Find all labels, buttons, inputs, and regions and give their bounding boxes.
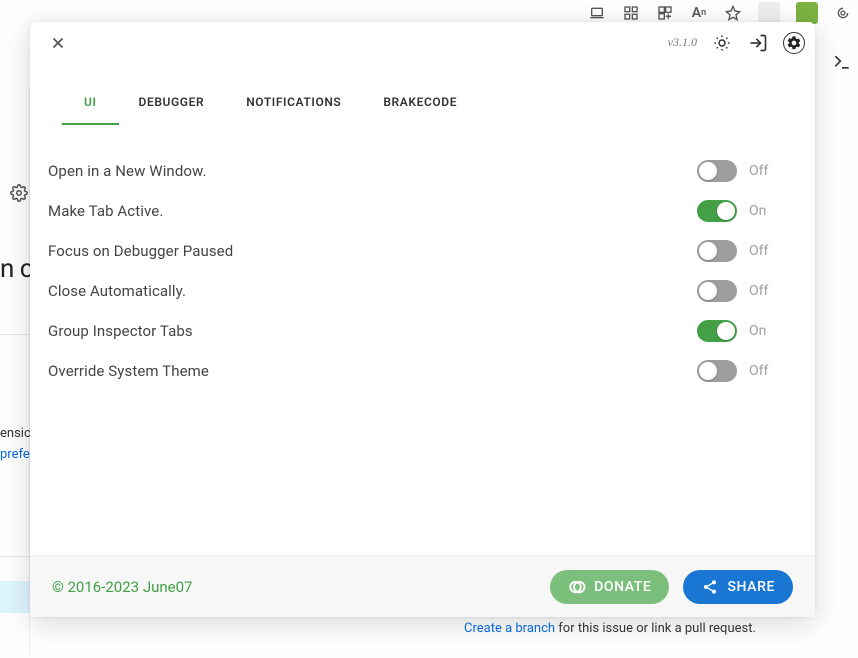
bg-truncated-heading: n c bbox=[0, 254, 30, 284]
toggle-state-focus_paused: Off bbox=[737, 243, 777, 259]
theme-icon[interactable] bbox=[711, 32, 733, 54]
bg-gear-icon[interactable] bbox=[10, 184, 28, 202]
setting-label-open_new_window: Open in a New Window. bbox=[48, 162, 697, 180]
gear-icon[interactable] bbox=[783, 32, 805, 54]
setting-row-open_new_window: Open in a New Window. Off bbox=[48, 151, 777, 191]
create-branch-tail: for this issue or link a pull request. bbox=[555, 621, 756, 636]
donate-icon bbox=[568, 578, 586, 596]
textsize-icon[interactable]: An bbox=[690, 4, 708, 22]
setting-label-make_tab_active: Make Tab Active. bbox=[48, 202, 697, 220]
share-button[interactable]: SHARE bbox=[683, 570, 793, 604]
tab-ui[interactable]: UI bbox=[80, 95, 101, 125]
toggle-group_inspector[interactable] bbox=[697, 320, 737, 342]
tabs: UI DEBUGGER NOTIFICATIONS BRAKECODE bbox=[30, 57, 815, 125]
login-icon[interactable] bbox=[747, 32, 769, 54]
toggle-make_tab_active[interactable] bbox=[697, 200, 737, 222]
tab-debugger[interactable]: DEBUGGER bbox=[135, 95, 209, 125]
ext3-icon[interactable] bbox=[834, 4, 852, 22]
star-icon[interactable] bbox=[724, 4, 742, 22]
create-branch-hint: Create a branch for this issue or link a… bbox=[464, 621, 756, 636]
toggle-open_new_window[interactable] bbox=[697, 160, 737, 182]
donate-button[interactable]: DONATE bbox=[550, 570, 669, 604]
toggle-close_auto[interactable] bbox=[697, 280, 737, 302]
panel-footer: © 2016-2023 June07 DONATE SHARE bbox=[30, 555, 815, 617]
tab-brakecode[interactable]: BRAKECODE bbox=[379, 95, 461, 125]
ext2-icon[interactable] bbox=[796, 2, 818, 24]
settings-list: Open in a New Window. Off Make Tab Active.… bbox=[30, 125, 815, 555]
donate-label: DONATE bbox=[594, 579, 651, 595]
setting-row-close_auto: Close Automatically. Off bbox=[48, 271, 777, 311]
toggle-state-make_tab_active: On bbox=[737, 203, 777, 219]
setting-label-close_auto: Close Automatically. bbox=[48, 282, 697, 300]
setting-label-group_inspector: Group Inspector Tabs bbox=[48, 322, 697, 340]
setting-row-focus_paused: Focus on Debugger Paused Off bbox=[48, 231, 777, 271]
share-label: SHARE bbox=[727, 579, 775, 595]
toggle-override_theme[interactable] bbox=[697, 360, 737, 382]
toggle-state-override_theme: Off bbox=[737, 363, 777, 379]
setting-label-focus_paused: Focus on Debugger Paused bbox=[48, 242, 697, 260]
toggle-state-close_auto: Off bbox=[737, 283, 777, 299]
ext1-icon[interactable] bbox=[758, 2, 780, 24]
apps-icon[interactable] bbox=[656, 4, 674, 22]
toggle-state-group_inspector: On bbox=[737, 323, 777, 339]
close-button[interactable] bbox=[44, 29, 72, 57]
copyright-text: © 2016-2023 June07 bbox=[52, 578, 192, 596]
bg-link-prefe[interactable]: prefe bbox=[0, 447, 30, 462]
setting-label-override_theme: Override System Theme bbox=[48, 362, 697, 380]
setting-row-group_inspector: Group Inspector Tabs On bbox=[48, 311, 777, 351]
toggle-state-open_new_window: Off bbox=[737, 163, 777, 179]
panel-header: v3.1.0 bbox=[30, 22, 815, 57]
setting-row-override_theme: Override System Theme Off bbox=[48, 351, 777, 391]
settings-panel: v3.1.0 UIDEBUGGERNOTIFICATIONSBRAKECODE … bbox=[30, 22, 815, 617]
setting-row-make_tab_active: Make Tab Active. On bbox=[48, 191, 777, 231]
share-icon bbox=[701, 578, 719, 596]
tab-notifications[interactable]: NOTIFICATIONS bbox=[242, 95, 345, 125]
create-branch-link[interactable]: Create a branch bbox=[464, 621, 555, 636]
terminal-icon[interactable] bbox=[832, 52, 852, 72]
version-label: v3.1.0 bbox=[668, 35, 697, 50]
toggle-focus_paused[interactable] bbox=[697, 240, 737, 262]
grid-icon[interactable] bbox=[622, 4, 640, 22]
lap-icon[interactable] bbox=[588, 4, 606, 22]
bg-text-ensid: ensic bbox=[0, 426, 31, 441]
